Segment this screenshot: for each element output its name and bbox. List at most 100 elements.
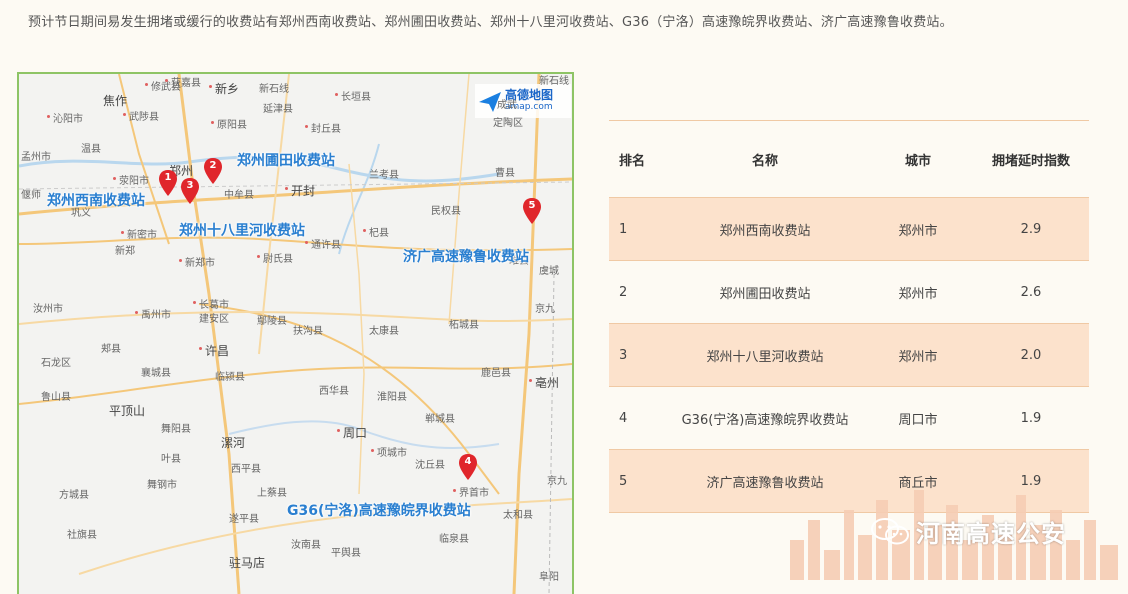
place-label: 温县 xyxy=(81,144,101,155)
place-label: 临泉县 xyxy=(439,534,469,545)
place-label: 亳州 xyxy=(528,376,560,390)
place-label: 新乡 xyxy=(208,82,240,96)
place-label: 鲁山县 xyxy=(41,392,71,403)
place-label: 杞县 xyxy=(363,224,389,239)
cell-index: 2.0 xyxy=(1020,347,1042,363)
place-label: 石龙区 xyxy=(41,358,71,369)
cell-name: 郑州十八里河收费站 xyxy=(706,349,824,365)
place-label: 漯河 xyxy=(221,436,246,450)
cell-city: 郑州市 xyxy=(898,349,938,365)
place-label: 中牟县 xyxy=(224,190,254,201)
place-label: 西华县 xyxy=(319,386,349,397)
cell-index: 2.6 xyxy=(1020,284,1042,300)
place-label: 淮阳县 xyxy=(377,392,407,403)
place-label: 许昌 xyxy=(198,344,230,358)
place-label: 汝南县 xyxy=(291,540,321,551)
cell-rank: 2 xyxy=(619,284,628,300)
place-label: 舞钢市 xyxy=(147,480,177,491)
place-label: 新石线 xyxy=(259,84,289,95)
place-label: 曹县 xyxy=(495,168,515,179)
traffic-map[interactable]: 高德地图 amap.com 修武县 获嘉县 新乡 新石线 长垣县 新石线 焦作 … xyxy=(17,72,574,594)
map-pin-4[interactable]: 4 xyxy=(459,454,477,480)
place-label: 开封 xyxy=(284,184,316,198)
place-label: 京九 xyxy=(547,476,567,487)
table-row: 3 郑州十八里河收费站 郑州市 2.0 xyxy=(609,324,1089,387)
cell-rank: 1 xyxy=(619,221,628,237)
place-label: 长葛市 xyxy=(193,296,229,311)
place-label: 汝州市 xyxy=(33,304,63,315)
place-label: 获嘉县 xyxy=(165,74,201,89)
table-row: 1 郑州西南收费站 郑州市 2.9 xyxy=(609,198,1089,261)
place-label: 新密市 xyxy=(121,226,157,241)
map-pin-3[interactable]: 3 xyxy=(181,178,199,204)
place-label: 定陶区 xyxy=(493,118,523,129)
cell-rank: 4 xyxy=(619,410,628,426)
place-label: 平顶山 xyxy=(109,404,146,418)
place-label: 长垣县 xyxy=(335,88,371,103)
place-label: 焦作 xyxy=(103,94,128,108)
map-pin-2[interactable]: 2 xyxy=(204,158,222,184)
cell-city: 周口市 xyxy=(898,412,938,428)
congestion-table: 排名 名称 城市 拥堵延时指数 1 郑州西南收费站 郑州市 2.9 2 郑州圃田… xyxy=(609,120,1089,513)
place-label: 延津县 xyxy=(263,104,293,115)
place-label: 荥阳市 xyxy=(113,172,149,187)
place-label: 西平县 xyxy=(231,464,261,475)
callout-g36-yuwanjie: G36(宁洛)高速豫皖界收费站 xyxy=(287,503,471,519)
pin-number: 4 xyxy=(464,456,472,467)
place-label: 鄢陵县 xyxy=(257,316,287,327)
place-label: 武陟县 xyxy=(123,108,159,123)
place-label: 京九 xyxy=(535,304,555,315)
place-label: 封丘县 xyxy=(305,120,341,135)
place-label: 平舆县 xyxy=(331,548,361,559)
header-rank: 排名 xyxy=(619,153,646,169)
place-label: 遂平县 xyxy=(229,514,259,525)
place-label: 建安区 xyxy=(199,314,229,325)
place-label: 新郑 xyxy=(115,246,135,257)
header-name: 名称 xyxy=(751,153,778,169)
place-label: 偃师 xyxy=(21,190,41,201)
place-label: 襄城县 xyxy=(141,368,171,379)
cell-rank: 5 xyxy=(619,473,628,489)
place-label: 驻马店 xyxy=(229,556,266,570)
cell-index: 1.9 xyxy=(1020,410,1042,426)
table-header: 排名 名称 城市 拥堵延时指数 xyxy=(609,121,1089,198)
amap-logo: 高德地图 amap.com xyxy=(475,84,571,118)
place-label: 叶县 xyxy=(161,454,181,465)
intro-text: 预计节日期间易发生拥堵或缓行的收费站有郑州西南收费站、郑州圃田收费站、郑州十八里… xyxy=(28,15,953,30)
place-label: 新郑市 xyxy=(179,254,215,269)
place-label: 兰考县 xyxy=(369,170,399,181)
place-label: 柘城县 xyxy=(449,320,479,331)
cell-name: 郑州西南收费站 xyxy=(719,223,811,239)
place-label: 新石线 xyxy=(539,76,569,87)
watermark-text: 河南高速公安 xyxy=(916,519,1066,548)
place-label: 太康县 xyxy=(369,326,399,337)
place-label: 方城县 xyxy=(59,490,89,501)
map-pin-1[interactable]: 1 xyxy=(159,170,177,196)
place-label: 界首市 xyxy=(453,484,489,499)
place-label: 项城市 xyxy=(371,444,407,459)
cell-rank: 3 xyxy=(619,347,628,363)
place-label: 成武 xyxy=(497,100,517,111)
pin-number: 5 xyxy=(528,200,536,211)
cell-city: 郑州市 xyxy=(898,286,938,302)
place-label: 通许县 xyxy=(305,236,341,251)
wechat-watermark: 河南高速公安 xyxy=(870,514,1066,548)
place-label: 临颍县 xyxy=(215,372,245,383)
map-pin-5[interactable]: 5 xyxy=(523,198,541,224)
callout-zhengzhou-shibalihe: 郑州十八里河收费站 xyxy=(179,223,305,239)
place-label: 鹿邑县 xyxy=(481,368,511,379)
callout-jiguang-yulu: 济广高速豫鲁收费站 xyxy=(403,249,529,265)
place-label: 阜阳 xyxy=(539,572,559,583)
header-index: 拥堵延时指数 xyxy=(991,153,1070,169)
pin-number: 1 xyxy=(164,172,172,183)
place-label: 民权县 xyxy=(431,206,461,217)
wechat-icon xyxy=(871,518,909,545)
place-label: 太和县 xyxy=(503,510,533,521)
place-label: 禹州市 xyxy=(135,306,171,321)
cell-city: 郑州市 xyxy=(898,223,938,239)
place-label: 孟州市 xyxy=(21,152,51,163)
callout-zhengzhou-putian: 郑州圃田收费站 xyxy=(237,153,335,169)
table-row: 4 G36(宁洛)高速豫皖界收费站 周口市 1.9 xyxy=(609,387,1089,450)
place-label: 原阳县 xyxy=(211,116,247,131)
place-label: 郸城县 xyxy=(425,414,455,425)
